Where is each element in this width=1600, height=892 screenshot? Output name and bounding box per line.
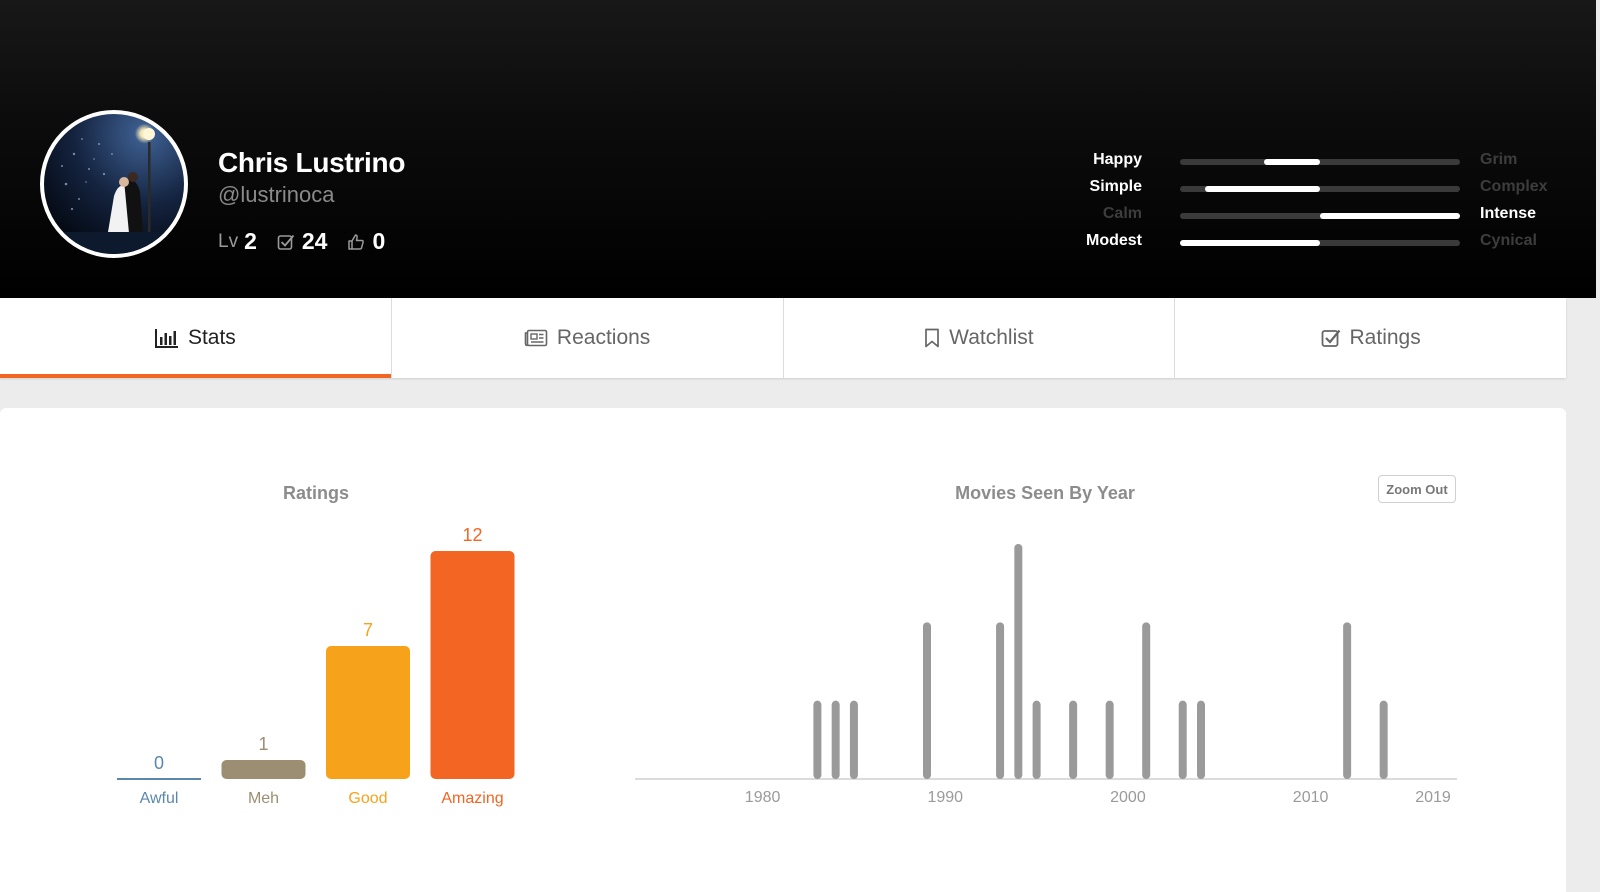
year-bar bbox=[831, 700, 840, 779]
year-bar bbox=[1197, 700, 1205, 779]
ratings-category-label: Amazing bbox=[441, 790, 503, 807]
ratings-category-label: Meh bbox=[248, 790, 279, 807]
ratings-category-label: Awful bbox=[140, 790, 179, 807]
charts-layer: 0 Awful 1 Meh 7 Good 12 Amazing 1980 1990 2000 201… bbox=[117, 525, 1457, 807]
year-bar bbox=[996, 622, 1005, 779]
year-bar bbox=[1343, 622, 1352, 779]
year-tick-label: 1990 bbox=[927, 789, 963, 806]
year-bar bbox=[813, 700, 822, 779]
ratings-bar bbox=[117, 778, 201, 780]
year-bar bbox=[1142, 622, 1151, 779]
year-chart: 1980 1990 2000 2010 2019 bbox=[635, 544, 1457, 806]
ratings-category-label: Good bbox=[348, 790, 387, 807]
year-bar bbox=[1069, 700, 1078, 779]
year-bar bbox=[1178, 700, 1187, 779]
ratings-value-label: 7 bbox=[363, 620, 373, 640]
year-bar bbox=[923, 622, 931, 779]
year-bar bbox=[1105, 700, 1114, 779]
ratings-value-label: 12 bbox=[462, 525, 482, 545]
year-bar bbox=[1032, 700, 1041, 779]
ratings-bar bbox=[221, 760, 306, 779]
year-tick-label: 1980 bbox=[745, 789, 781, 806]
year-tick-label: 2000 bbox=[1110, 789, 1146, 806]
ratings-value-label: 1 bbox=[258, 734, 268, 754]
year-bar bbox=[1014, 544, 1023, 779]
ratings-bar bbox=[326, 646, 410, 779]
ratings-bar bbox=[430, 551, 515, 779]
ratings-value-label: 0 bbox=[154, 753, 164, 773]
ratings-chart: 0 Awful 1 Meh 7 Good 12 Amazing bbox=[117, 525, 515, 807]
year-bar bbox=[849, 700, 858, 779]
year-tick-label: 2019 bbox=[1415, 789, 1451, 806]
year-bar bbox=[1379, 700, 1388, 779]
year-tick-label: 2010 bbox=[1293, 789, 1329, 806]
